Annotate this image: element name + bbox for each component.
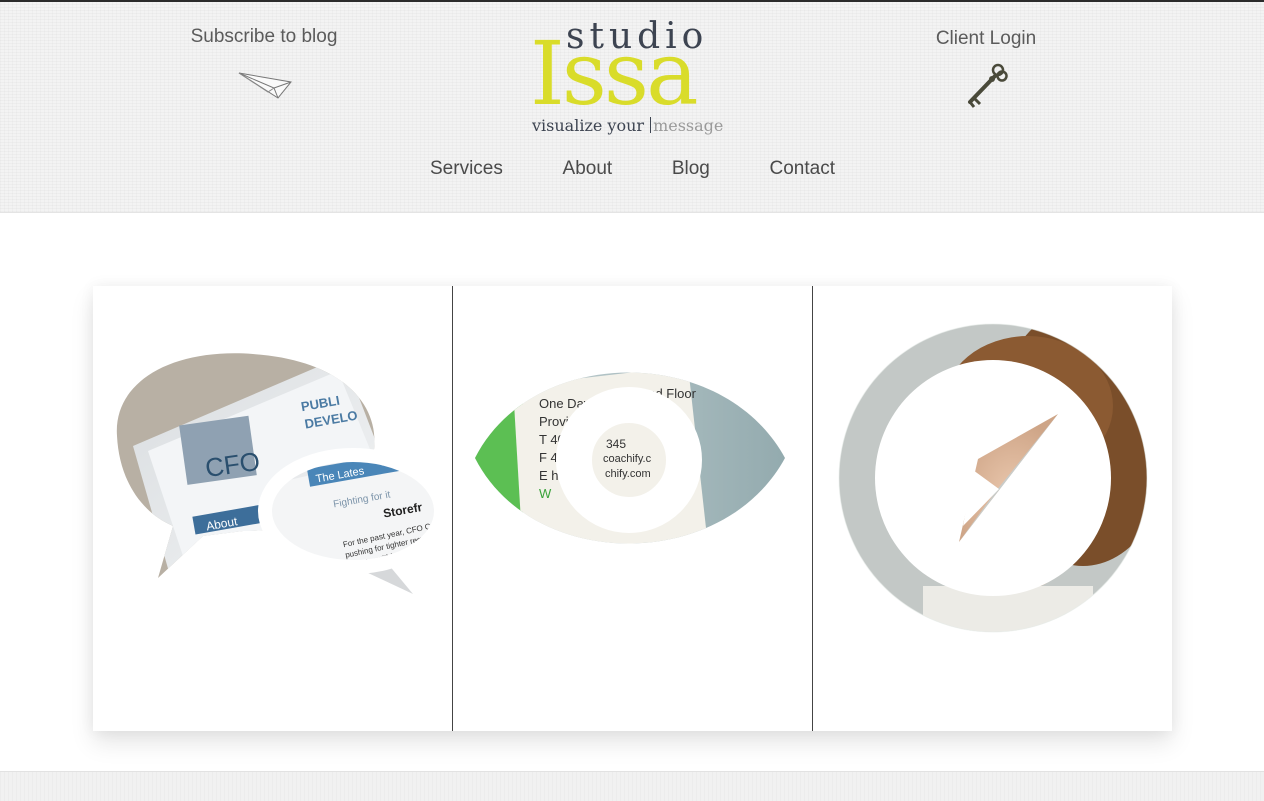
subscribe-label: Subscribe to blog bbox=[190, 26, 338, 47]
text-caret-icon bbox=[650, 117, 652, 133]
page-footer bbox=[0, 771, 1264, 801]
nav-services[interactable]: Services bbox=[430, 158, 503, 180]
nav-about[interactable]: About bbox=[563, 158, 613, 180]
client-login-link[interactable]: Client Login bbox=[918, 28, 1054, 108]
logo-issa-text: Issa bbox=[530, 22, 699, 125]
nav-blog[interactable]: Blog bbox=[672, 158, 710, 180]
tagline-suffix: message bbox=[653, 116, 724, 135]
site-header: Subscribe to blog studio Issa visualize … bbox=[0, 2, 1264, 213]
eye-line-4b: coachify.c bbox=[603, 453, 652, 465]
eye-panel[interactable]: One Davol Sq 2nd Floor Provide T 40 345 … bbox=[452, 286, 812, 731]
compass-panel[interactable] bbox=[812, 286, 1172, 731]
logo-tagline: visualize your message bbox=[532, 116, 723, 135]
paper-plane-icon bbox=[238, 70, 292, 107]
tagline-prefix: visualize your bbox=[532, 116, 645, 135]
main-nav: Services About Blog Contact bbox=[430, 158, 835, 180]
compass-icon bbox=[838, 323, 1148, 633]
feature-panels: CFO PUBLI DEVELO About The Lates Fightin… bbox=[93, 286, 1172, 731]
eye-line-6: W bbox=[539, 486, 552, 501]
eye-line-3b: 345 bbox=[606, 437, 626, 451]
eye-icon: One Davol Sq 2nd Floor Provide T 40 345 … bbox=[475, 372, 785, 544]
nav-contact[interactable]: Contact bbox=[770, 158, 835, 180]
subscribe-link[interactable]: Subscribe to blog bbox=[166, 26, 362, 99]
client-login-label: Client Login bbox=[935, 28, 1037, 49]
key-icon bbox=[962, 62, 1010, 115]
speech-bubbles-icon: CFO PUBLI DEVELO About The Lates Fightin… bbox=[116, 353, 448, 594]
studio-issa-logo[interactable]: studio Issa visualize your message bbox=[528, 16, 742, 140]
speech-bubbles-panel[interactable]: CFO PUBLI DEVELO About The Lates Fightin… bbox=[93, 286, 452, 731]
eye-line-5b: chify.com bbox=[605, 468, 651, 480]
